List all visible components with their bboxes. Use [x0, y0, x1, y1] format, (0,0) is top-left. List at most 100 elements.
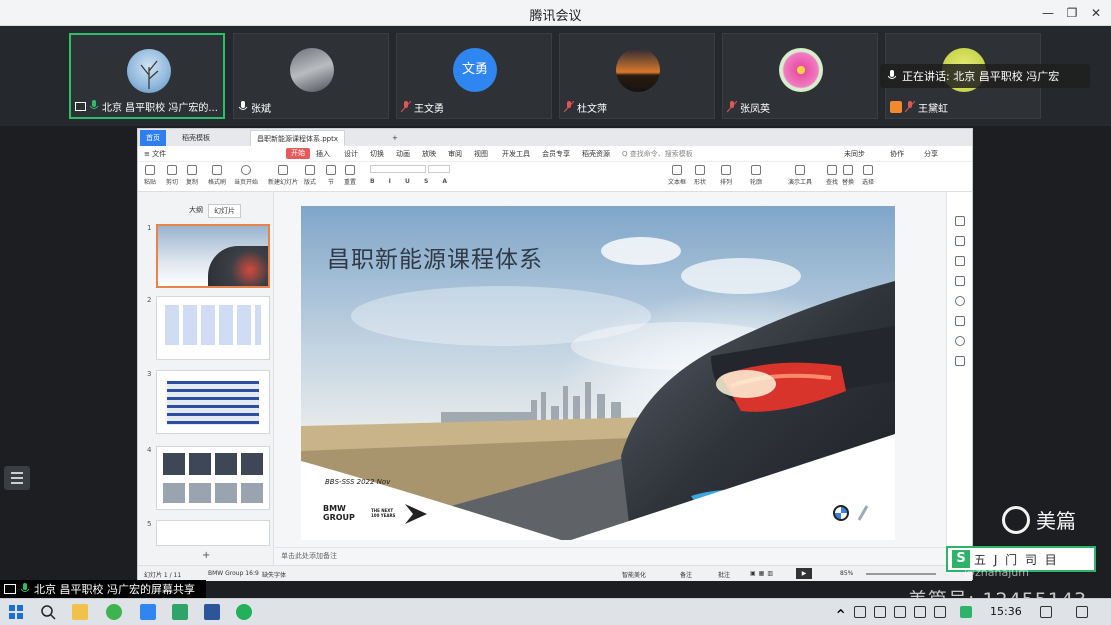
layout-button[interactable]: 版式: [304, 165, 316, 186]
view-mode-buttons[interactable]: ▣▦▥: [750, 570, 776, 577]
tab-template[interactable]: 稻壳模板: [176, 130, 216, 146]
replace-button[interactable]: 替换: [842, 165, 854, 186]
comment-toggle[interactable]: 批注: [718, 570, 730, 579]
document-icon[interactable]: [955, 316, 965, 326]
select-button[interactable]: 选择: [862, 165, 874, 186]
sync-status[interactable]: 未同步: [844, 149, 865, 159]
microphone-icon[interactable]: [854, 606, 866, 618]
select-icon[interactable]: [955, 216, 965, 226]
ime-icon[interactable]: [934, 606, 946, 618]
reset-button[interactable]: 重置: [344, 165, 356, 186]
image-icon[interactable]: [955, 356, 965, 366]
menu-start[interactable]: 开始: [286, 148, 310, 159]
meipian-logo-icon: [1002, 505, 1030, 534]
participant-tile[interactable]: 张凤英: [722, 33, 878, 119]
presentation-tools-button[interactable]: 演示工具: [788, 165, 812, 186]
menu-developer[interactable]: 开发工具: [502, 149, 530, 159]
tab-file[interactable]: 昌职新能源课程体系.pptx: [250, 130, 345, 146]
slide-thumbnail-1[interactable]: [156, 224, 270, 288]
close-button[interactable]: ✕: [1086, 3, 1106, 23]
meipian-tray-icon[interactable]: [960, 606, 972, 618]
tab-home[interactable]: 首页: [140, 130, 166, 146]
app-icon[interactable]: [172, 604, 188, 620]
notification-icon[interactable]: [1076, 606, 1088, 618]
menu-review[interactable]: 审阅: [448, 149, 462, 159]
section-button[interactable]: 节: [326, 165, 336, 186]
share-button[interactable]: 分享: [924, 149, 938, 159]
text-style-buttons[interactable]: B I U S A: [370, 178, 610, 185]
font-format-group[interactable]: B I U S A: [370, 165, 610, 187]
font-select[interactable]: [370, 165, 426, 173]
maximize-button[interactable]: ❐: [1062, 3, 1082, 23]
minimize-button[interactable]: —: [1038, 3, 1058, 23]
participant-tile[interactable]: 杜文萍: [559, 33, 715, 119]
missing-font-button[interactable]: 缺失字体: [262, 570, 286, 579]
help-icon[interactable]: [955, 296, 965, 306]
arrange-button[interactable]: 排列: [720, 165, 732, 186]
tencent-meeting-icon[interactable]: [140, 604, 156, 620]
menu-insert[interactable]: 插入: [316, 149, 330, 159]
participant-tile[interactable]: 张斌: [233, 33, 389, 119]
properties-icon[interactable]: [955, 236, 965, 246]
menu-design[interactable]: 设计: [344, 149, 358, 159]
collaborate-button[interactable]: 协作: [890, 149, 904, 159]
wps-ribbon: 粘贴 剪切 复制 格式刷 当页开始 新建幻灯片 版式 节 重置 B I U S …: [138, 162, 972, 192]
tab-outline[interactable]: 大纲: [184, 204, 208, 216]
participant-strip: 北京 昌平职校 冯广宏的... 张斌 文勇 王文勇 杜文萍 张凤英 王黛虹 正在…: [0, 26, 1111, 126]
tab-add-button[interactable]: +: [386, 130, 404, 146]
browser-icon[interactable]: [106, 604, 122, 620]
menu-transition[interactable]: 切换: [370, 149, 384, 159]
cut-button[interactable]: 剪切: [166, 165, 178, 186]
menu-resources[interactable]: 稻壳资源: [582, 149, 610, 159]
network-icon[interactable]: [894, 606, 906, 618]
slide-title[interactable]: 昌职新能源课程体系: [327, 240, 543, 274]
slideshow-play-button[interactable]: ▶: [796, 568, 812, 579]
slide-thumbnail-3[interactable]: [156, 370, 270, 434]
shape-button[interactable]: 形状: [694, 165, 706, 186]
participant-tile[interactable]: 文勇 王文勇: [396, 33, 552, 119]
wechat-icon[interactable]: [236, 604, 252, 620]
font-size-select[interactable]: [427, 165, 450, 173]
zoom-slider[interactable]: [866, 573, 936, 575]
slide-thumbnail-2[interactable]: [156, 296, 270, 360]
tab-slides[interactable]: 幻灯片: [208, 204, 241, 218]
battery-icon[interactable]: [874, 606, 886, 618]
input-method-icon[interactable]: [1040, 606, 1052, 618]
copy-button[interactable]: 复制: [186, 165, 198, 186]
participant-tile[interactable]: 北京 昌平职校 冯广宏的...: [69, 33, 225, 119]
menu-file[interactable]: ≡ 文件: [144, 149, 166, 159]
search-commands[interactable]: Q 查找命令、搜索模板: [622, 149, 693, 159]
textbox-button[interactable]: 文本框: [668, 165, 686, 186]
pin-icon[interactable]: [955, 256, 965, 266]
word-icon[interactable]: [204, 604, 220, 620]
next-100-years-text: THE NEXT 100 YEARS: [371, 508, 396, 518]
notes-toggle[interactable]: 备注: [680, 570, 692, 579]
volume-icon[interactable]: [914, 606, 926, 618]
folder-icon[interactable]: [955, 276, 965, 286]
menu-view[interactable]: 视图: [474, 149, 488, 159]
slide-thumbnail-4[interactable]: [156, 446, 270, 510]
tray-expand-icon[interactable]: ⌃: [834, 606, 847, 625]
add-slide-button[interactable]: +: [202, 550, 210, 561]
play-from-current-button[interactable]: 当页开始: [234, 165, 258, 186]
search-icon[interactable]: [40, 604, 56, 620]
menu-animation[interactable]: 动画: [396, 149, 410, 159]
slide-thumbnail-5[interactable]: [156, 520, 270, 546]
paste-button[interactable]: 粘贴: [144, 165, 156, 186]
location-icon[interactable]: [955, 336, 965, 346]
outline-button[interactable]: 轮廓: [750, 165, 762, 186]
windows-start-icon[interactable]: [8, 604, 24, 620]
file-explorer-icon[interactable]: [72, 604, 88, 620]
format-painter-button[interactable]: 格式刷: [208, 165, 226, 186]
new-slide-button[interactable]: 新建幻灯片: [268, 165, 298, 186]
theme-name: BMW Group 16:9: [208, 570, 259, 577]
menu-slideshow[interactable]: 放映: [422, 149, 436, 159]
find-button[interactable]: 查找: [826, 165, 838, 186]
current-slide[interactable]: 昌职新能源课程体系 BBS-SSS 2022 Nov BMW GROUP THE…: [301, 206, 895, 540]
zoom-level[interactable]: 85%: [840, 570, 853, 577]
clock[interactable]: 15:36: [990, 605, 1022, 618]
smart-beautify-button[interactable]: 智能美化: [622, 570, 646, 579]
notes-pane[interactable]: 单击此处添加备注: [275, 547, 947, 561]
menu-member[interactable]: 会员专享: [542, 149, 570, 159]
member-list-button[interactable]: [4, 466, 30, 490]
